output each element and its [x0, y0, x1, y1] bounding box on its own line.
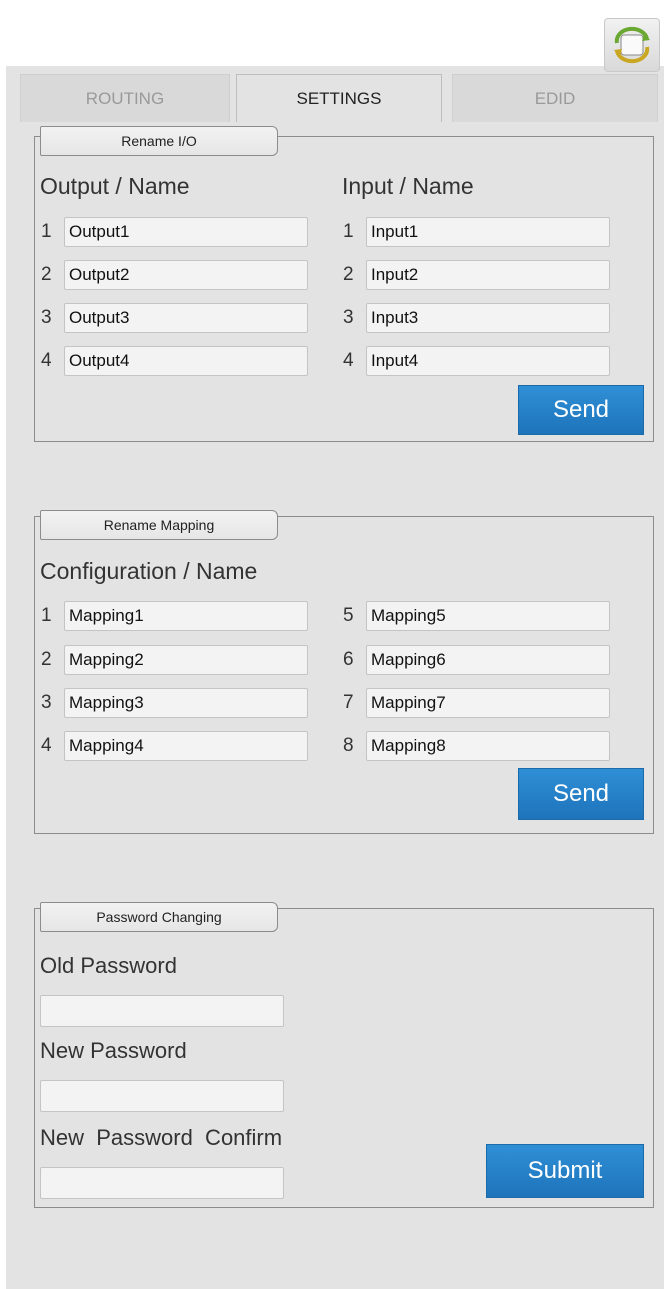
mapping-name-field[interactable]	[366, 731, 610, 761]
refresh-button[interactable]	[604, 18, 660, 72]
mapping-number: 5	[343, 605, 354, 626]
submit-password-button[interactable]: Submit	[486, 1144, 644, 1198]
mapping-name-field[interactable]	[366, 688, 610, 718]
input-name-field[interactable]	[366, 260, 610, 290]
configuration-name-heading: Configuration / Name	[40, 558, 258, 584]
rename-io-legend: Rename I/O	[40, 126, 278, 156]
mapping-number: 4	[41, 735, 52, 756]
output-number: 2	[41, 264, 52, 285]
output-name-field[interactable]	[64, 217, 308, 247]
tab-edid[interactable]: EDID	[452, 74, 658, 122]
output-number: 1	[41, 221, 52, 242]
input-number: 1	[343, 221, 354, 242]
mapping-name-field[interactable]	[64, 731, 308, 761]
mapping-number: 7	[343, 692, 354, 713]
send-mapping-button[interactable]: Send	[518, 768, 644, 820]
output-number: 3	[41, 307, 52, 328]
new-password-label: New Password	[40, 1038, 187, 1063]
mapping-name-field[interactable]	[64, 645, 308, 675]
output-name-heading: Output / Name	[40, 173, 190, 199]
old-password-label: Old Password	[40, 953, 177, 978]
mapping-name-field[interactable]	[366, 601, 610, 631]
mapping-number: 8	[343, 735, 354, 756]
input-name-field[interactable]	[366, 346, 610, 376]
confirm-password-label: New Password Confirm	[40, 1125, 283, 1150]
input-number: 3	[343, 307, 354, 328]
output-number: 4	[41, 350, 52, 371]
input-number: 2	[343, 264, 354, 285]
mapping-number: 6	[343, 649, 354, 670]
new-password-field[interactable]	[40, 1080, 284, 1112]
mapping-name-field[interactable]	[366, 645, 610, 675]
mapping-number: 2	[41, 649, 52, 670]
input-name-field[interactable]	[366, 217, 610, 247]
tab-routing[interactable]: ROUTING	[20, 74, 230, 122]
old-password-field[interactable]	[40, 995, 284, 1027]
output-name-field[interactable]	[64, 303, 308, 333]
mapping-name-field[interactable]	[64, 688, 308, 718]
password-legend: Password Changing	[40, 902, 278, 932]
refresh-icon	[614, 26, 650, 64]
confirm-password-field[interactable]	[40, 1167, 284, 1199]
tab-settings[interactable]: SETTINGS	[236, 74, 442, 122]
mapping-number: 1	[41, 605, 52, 626]
input-name-heading: Input / Name	[342, 173, 474, 199]
output-name-field[interactable]	[64, 260, 308, 290]
input-number: 4	[343, 350, 354, 371]
input-name-field[interactable]	[366, 303, 610, 333]
send-io-button[interactable]: Send	[518, 385, 644, 435]
rename-mapping-legend: Rename Mapping	[40, 510, 278, 540]
mapping-name-field[interactable]	[64, 601, 308, 631]
output-name-field[interactable]	[64, 346, 308, 376]
mapping-number: 3	[41, 692, 52, 713]
